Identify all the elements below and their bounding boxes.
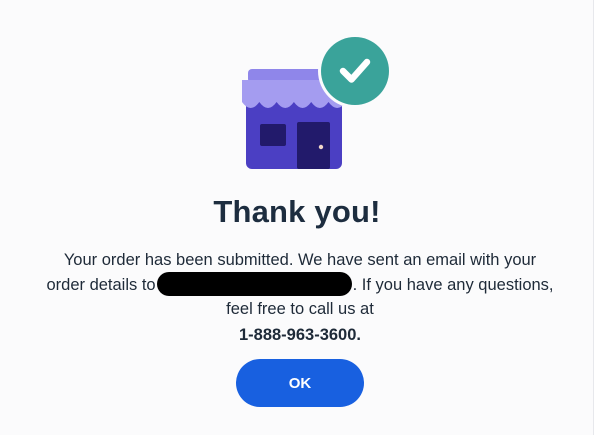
- check-circle-icon: [318, 36, 392, 108]
- confirmation-message: Your order has been submitted. We have s…: [0, 248, 594, 347]
- message-line-1: Your order has been submitted. We have s…: [63, 251, 537, 269]
- message-line-2-end: . If you have any questions,: [352, 276, 554, 294]
- message-line-2-start: order details to: [46, 276, 156, 294]
- redacted-email: [156, 272, 352, 296]
- message-line-3: feel free to call us at: [226, 300, 374, 318]
- thank-you-dialog: Thank you! Your order has been submitted…: [0, 0, 594, 435]
- store-illustration: [242, 36, 392, 169]
- ok-button[interactable]: OK: [236, 359, 364, 407]
- dialog-title: Thank you!: [213, 194, 381, 229]
- phone-number: 1-888-963-3600.: [238, 326, 361, 344]
